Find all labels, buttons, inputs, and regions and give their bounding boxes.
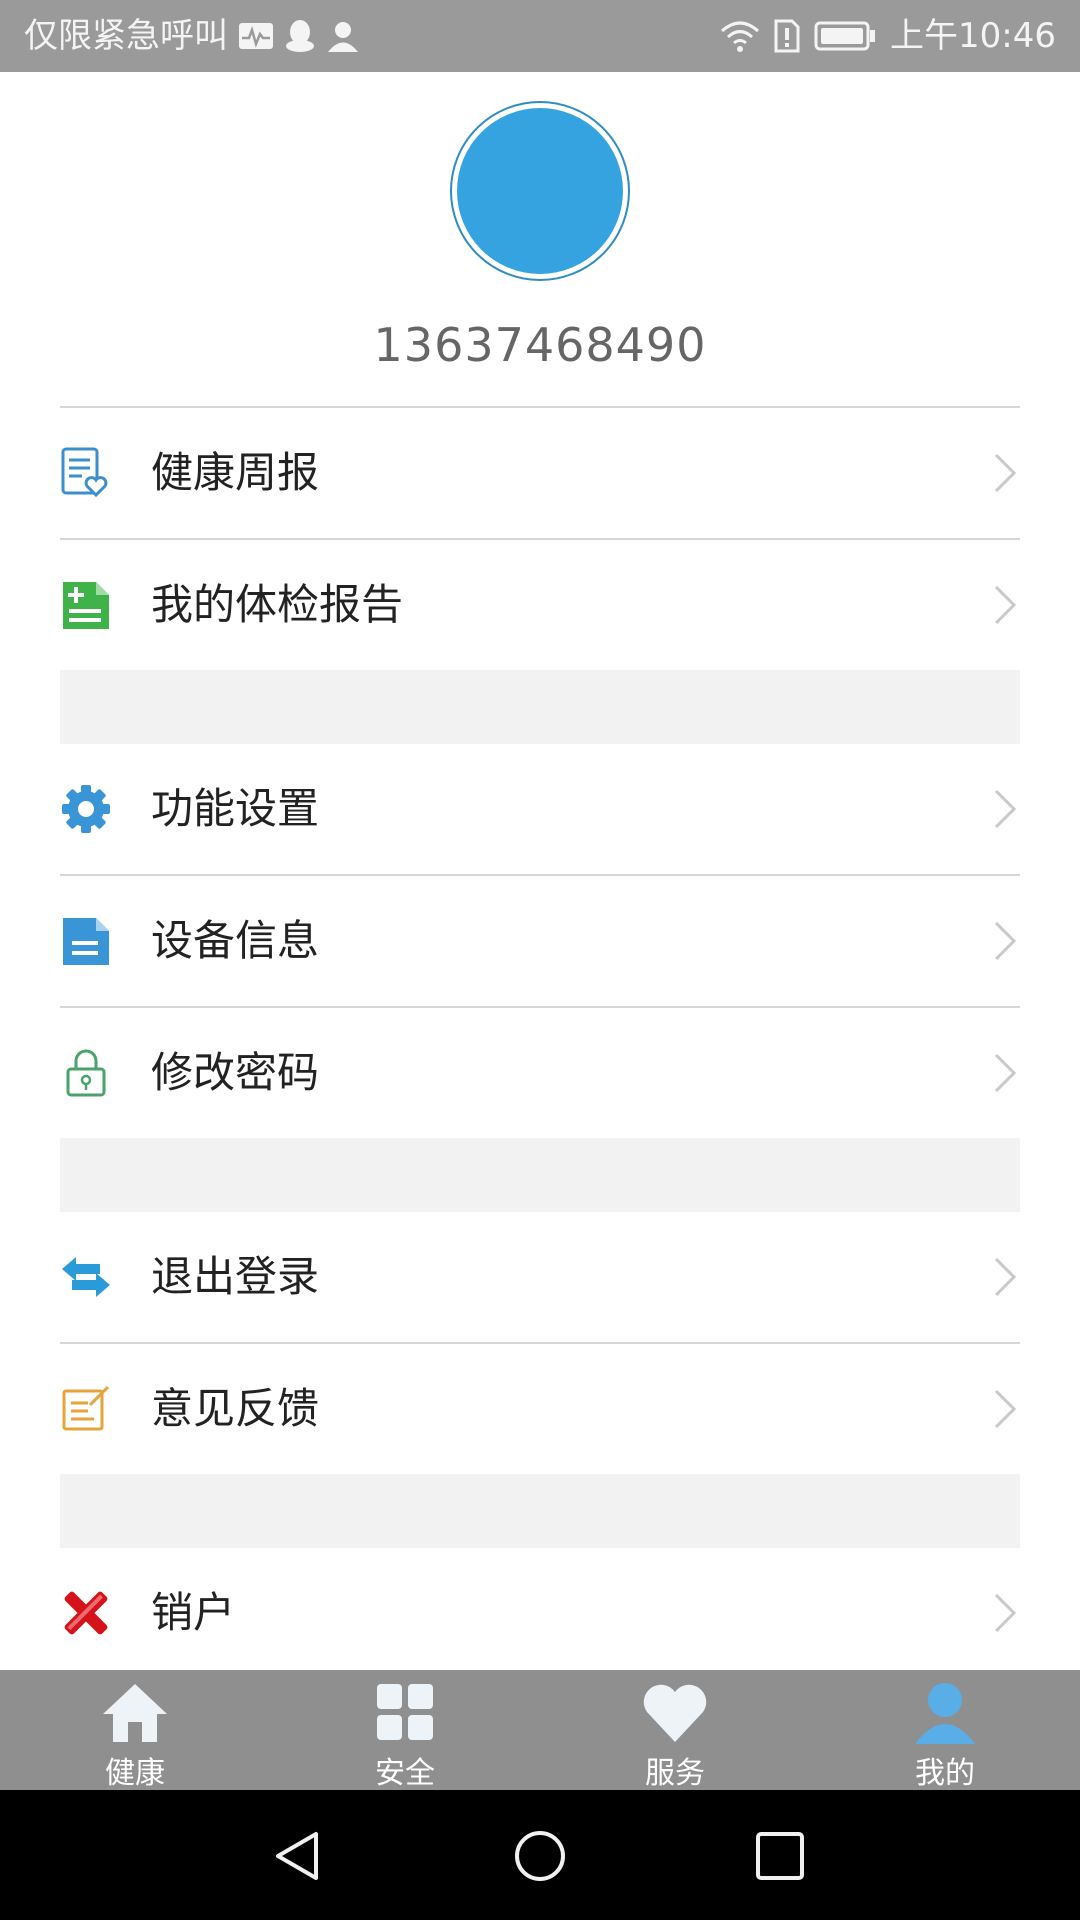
menu-item-cancel-account[interactable]: 销户 <box>60 1548 1020 1678</box>
status-bar: 仅限紧急呼叫 上午10:46 <box>0 0 1080 72</box>
chevron-right-icon <box>994 1257 1017 1297</box>
tab-health[interactable]: 健康 <box>0 1670 270 1791</box>
menu-item-function-settings[interactable]: 功能设置 <box>60 744 1020 874</box>
chevron-right-icon <box>994 585 1017 625</box>
chevron-right-icon <box>994 921 1017 961</box>
tab-mine[interactable]: 我的 <box>810 1670 1080 1791</box>
gear-icon <box>62 785 110 833</box>
home-icon <box>103 1684 167 1742</box>
lock-icon <box>66 1049 106 1097</box>
chevron-right-icon <box>994 789 1017 829</box>
back-icon[interactable] <box>270 1828 326 1884</box>
menu-item-label: 设备信息 <box>151 916 320 965</box>
red-x-icon <box>64 1591 108 1635</box>
menu-item-label: 我的体检报告 <box>151 580 404 629</box>
heart-icon <box>643 1684 707 1742</box>
menu-item-label: 退出登录 <box>151 1252 320 1301</box>
chevron-right-icon <box>994 1593 1017 1633</box>
clock: 上午10:46 <box>890 16 1056 56</box>
tab-label: 我的 <box>915 1756 975 1791</box>
contact-icon <box>328 22 358 52</box>
menu-item-label: 健康周报 <box>151 448 320 497</box>
menu-item-label: 意见反馈 <box>151 1384 320 1433</box>
tab-label: 服务 <box>645 1756 705 1791</box>
checkup-report-icon <box>63 582 109 629</box>
menu-item-feedback[interactable]: 意见反馈 <box>60 1344 1020 1474</box>
chevron-right-icon <box>994 453 1017 493</box>
menu-item-label: 销户 <box>151 1588 236 1637</box>
system-nav-bar <box>0 1790 1080 1920</box>
settings-menu: 健康周报 我的体检报告 功能设置 设备信息 修改密码 退出登录 意见反馈 销户 <box>60 406 1020 1678</box>
menu-item-label: 修改密码 <box>151 1048 320 1097</box>
tab-security[interactable]: 安全 <box>270 1670 540 1791</box>
wifi-icon <box>721 21 760 52</box>
menu-item-label: 功能设置 <box>151 784 320 833</box>
section-spacer <box>60 1474 1020 1548</box>
phone-number: 13637468490 <box>373 318 707 372</box>
edit-note-icon <box>62 1385 110 1431</box>
carrier-text: 仅限紧急呼叫 <box>24 16 228 56</box>
health-report-icon <box>61 447 108 498</box>
user-icon <box>915 1683 975 1744</box>
battery-icon <box>814 21 876 51</box>
tab-label: 健康 <box>105 1756 165 1791</box>
activity-icon <box>239 23 273 49</box>
menu-item-health-weekly[interactable]: 健康周报 <box>60 408 1020 538</box>
bottom-nav: 健康 安全 服务 我的 <box>0 1670 1080 1791</box>
chevron-right-icon <box>994 1053 1017 1093</box>
section-spacer <box>60 670 1020 744</box>
avatar-image <box>457 108 623 274</box>
tab-services[interactable]: 服务 <box>540 1670 810 1791</box>
recents-icon[interactable] <box>752 1828 808 1884</box>
menu-item-device-info[interactable]: 设备信息 <box>60 876 1020 1006</box>
avatar[interactable] <box>450 101 630 281</box>
sim-alert-icon <box>774 19 800 53</box>
menu-item-logout[interactable]: 退出登录 <box>60 1212 1020 1342</box>
section-spacer <box>60 1138 1020 1212</box>
tab-label: 安全 <box>375 1756 435 1791</box>
home-circle-icon[interactable] <box>512 1828 568 1884</box>
qq-icon <box>286 20 314 52</box>
swap-arrows-icon <box>62 1257 110 1297</box>
grid-icon <box>377 1684 433 1740</box>
document-icon <box>63 918 109 965</box>
menu-item-checkup-report[interactable]: 我的体检报告 <box>60 540 1020 670</box>
menu-item-change-password[interactable]: 修改密码 <box>60 1008 1020 1138</box>
chevron-right-icon <box>994 1389 1017 1429</box>
